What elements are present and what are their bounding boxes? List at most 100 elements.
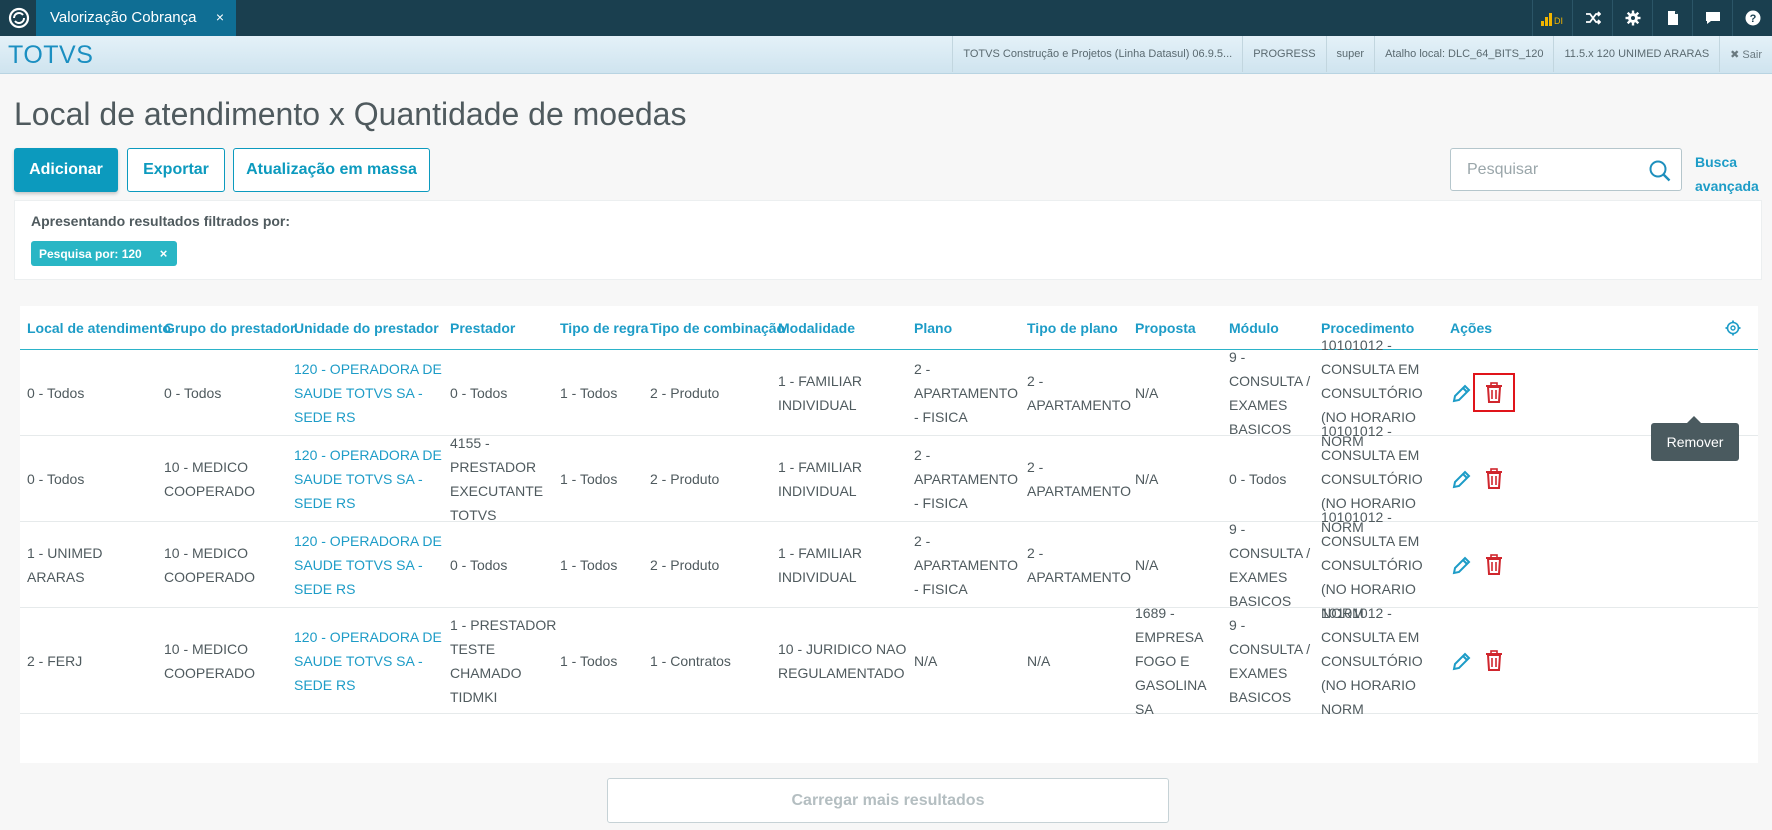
cell-tipo-combinacao: 2 - Produto	[650, 385, 720, 401]
cell-modalidade: 10 - JURIDICO NAO REGULAMENTADO	[778, 641, 907, 681]
export-button[interactable]: Exportar	[127, 148, 225, 192]
advanced-search-line1: Busca	[1695, 154, 1738, 170]
cell-prestador: 1 - PRESTADOR TESTE CHAMADO TIDMKI	[450, 617, 557, 705]
advanced-search-link[interactable]: Busca avançada	[1695, 150, 1765, 198]
search-input[interactable]	[1451, 149, 1641, 190]
edit-pencil-icon[interactable]	[1451, 554, 1471, 576]
cell-plano: N/A	[914, 653, 938, 669]
search-icon[interactable]	[1649, 160, 1671, 182]
cell-unidade[interactable]: 120 - OPERADORA DE SAUDE TOTVS SA - SEDE…	[294, 522, 444, 608]
cell-grupo: 0 - Todos	[164, 385, 222, 401]
cell-plano: 2 - APARTAMENTO - FISICA	[914, 533, 1018, 597]
column-header-tipo-combinacao[interactable]: Tipo de combinação	[650, 320, 785, 336]
signal-label: DI	[1554, 16, 1563, 26]
cell-local: 2 - FERJ	[27, 653, 83, 669]
cell-proposta: N/A	[1135, 557, 1159, 573]
results-table: Local de atendimento Grupo do prestador Un…	[20, 306, 1758, 763]
shuffle-icon[interactable]	[1572, 0, 1612, 36]
table-row: 0 - Todos 0 - Todos 120 - OPERADORA DE SAU…	[20, 337, 1758, 449]
cell-plano: 2 - APARTAMENTO - FISICA	[914, 447, 1018, 511]
cell-prestador: 0 - Todos	[450, 385, 508, 401]
column-header-tipo-plano[interactable]: Tipo de plano	[1027, 320, 1118, 336]
cell-tipo-regra: 1 - Todos	[560, 653, 618, 669]
column-header-unidade[interactable]: Unidade do prestador	[294, 320, 439, 336]
remove-tooltip: Remover	[1651, 416, 1739, 461]
header-info-user: super	[1325, 36, 1375, 72]
column-header-acoes[interactable]: Ações	[1450, 320, 1492, 336]
filter-chip: Pesquisa por: 120 ×	[31, 241, 178, 266]
header-info-product: TOTVS Construção e Projetos (Linha Datas…	[952, 36, 1242, 72]
header-info-database: PROGRESS	[1242, 36, 1325, 72]
edit-pencil-icon[interactable]	[1451, 382, 1471, 404]
top-bar: Valorização Cobrança × DI ?	[0, 0, 1772, 43]
column-header-prestador[interactable]: Prestador	[450, 320, 515, 336]
page-title: Local de atendimento x Quantidade de moe…	[14, 96, 687, 132]
filter-label: Apresentando resultados filtrados por:	[31, 213, 291, 229]
delete-trash-icon[interactable]	[1484, 382, 1504, 404]
delete-trash-icon[interactable]	[1484, 650, 1504, 672]
table-header: Local de atendimento Grupo do prestador Un…	[20, 306, 1758, 350]
header: TOTVS TOTVS Construção e Projetos (Linha…	[0, 36, 1772, 74]
column-header-tipo-regra[interactable]: Tipo de regra	[560, 320, 648, 336]
cell-modulo: 0 - Todos	[1229, 471, 1287, 487]
cell-proposta: 1689 - EMPRESA FOGO E GASOLINA SA	[1135, 605, 1206, 717]
column-header-modulo[interactable]: Módulo	[1229, 320, 1279, 336]
table-row: 0 - Todos 10 - MEDICO COOPERADO 120 - OPER…	[20, 423, 1758, 535]
cell-tipo-combinacao: 2 - Produto	[650, 471, 720, 487]
cell-grupo: 10 - MEDICO COOPERADO	[164, 641, 256, 681]
cell-grupo: 10 - MEDICO COOPERADO	[164, 459, 256, 499]
cell-modalidade: 1 - FAMILIAR INDIVIDUAL	[778, 373, 863, 413]
cell-unidade[interactable]: 120 - OPERADORA DE SAUDE TOTVS SA - SEDE…	[294, 436, 444, 522]
column-header-local[interactable]: Local de atendimento	[27, 320, 171, 336]
column-header-modalidade[interactable]: Modalidade	[778, 320, 855, 336]
cell-tipo-regra: 1 - Todos	[560, 557, 618, 573]
gear-icon[interactable]	[1612, 0, 1652, 36]
cell-tipo-combinacao: 1 - Contratos	[650, 653, 731, 669]
cell-prestador: 4155 - PRESTADOR EXECUTANTE TOTVS	[450, 435, 544, 523]
cell-procedimento: 10101012 - CONSULTA EM CONSULTÓRIO (NO H…	[1321, 605, 1423, 717]
filter-chip-label: Pesquisa por: 120	[39, 246, 142, 261]
close-tab-icon[interactable]: ×	[216, 9, 224, 25]
app-tab[interactable]: Valorização Cobrança ×	[36, 0, 236, 43]
app-tab-label: Valorização Cobrança	[50, 9, 197, 26]
load-more-button[interactable]: Carregar mais resultados	[607, 778, 1169, 823]
edit-pencil-icon[interactable]	[1451, 468, 1471, 490]
signal-icon[interactable]: DI	[1532, 0, 1572, 36]
chat-icon[interactable]	[1692, 0, 1732, 36]
cell-tipo-plano: 2 - APARTAMENTO	[1027, 545, 1131, 585]
add-button[interactable]: Adicionar	[14, 148, 118, 192]
totvs-logo-icon[interactable]	[8, 7, 30, 29]
cell-local: 0 - Todos	[27, 471, 85, 487]
advanced-search-line2: avançada	[1695, 178, 1759, 194]
bulk-update-button[interactable]: Atualização em massa	[233, 148, 430, 192]
cell-procedimento: 10101012 - CONSULTA EM CONSULTÓRIO (NO H…	[1321, 509, 1423, 621]
table-row: 2 - FERJ 10 - MEDICO COOPERADO 120 - OPERA…	[20, 605, 1758, 717]
column-header-proposta[interactable]: Proposta	[1135, 320, 1196, 336]
column-header-grupo[interactable]: Grupo do prestador	[164, 320, 295, 336]
cell-local: 0 - Todos	[27, 385, 85, 401]
cell-tipo-combinacao: 2 - Produto	[650, 557, 720, 573]
cell-prestador: 0 - Todos	[450, 557, 508, 573]
delete-trash-icon[interactable]	[1484, 554, 1504, 576]
document-icon[interactable]	[1652, 0, 1692, 36]
help-icon[interactable]: ?	[1732, 0, 1772, 36]
cell-proposta: N/A	[1135, 385, 1159, 401]
logout-button[interactable]: ✖ Sair	[1719, 36, 1772, 72]
cell-proposta: N/A	[1135, 471, 1159, 487]
remove-filter-icon[interactable]: ×	[160, 246, 168, 261]
cell-unidade[interactable]: 120 - OPERADORA DE SAUDE TOTVS SA - SEDE…	[294, 350, 444, 436]
cell-local: 1 - UNIMED ARARAS	[27, 545, 103, 585]
cell-tipo-regra: 1 - Todos	[560, 385, 618, 401]
cell-unidade[interactable]: 120 - OPERADORA DE SAUDE TOTVS SA - SEDE…	[294, 608, 444, 714]
header-info-company: 11.5.x 120 UNIMED ARARAS	[1553, 36, 1719, 72]
svg-text:?: ?	[1749, 13, 1756, 25]
column-settings-gear-icon[interactable]	[1725, 320, 1741, 336]
cell-tipo-plano: 2 - APARTAMENTO	[1027, 373, 1131, 413]
edit-pencil-icon[interactable]	[1451, 650, 1471, 672]
column-header-plano[interactable]: Plano	[914, 320, 952, 336]
cell-modulo: 9 - CONSULTA / EXAMES BASICOS	[1229, 617, 1311, 705]
header-info: TOTVS Construção e Projetos (Linha Datas…	[952, 36, 1772, 74]
delete-trash-icon[interactable]	[1484, 468, 1504, 490]
top-icons: DI ?	[1532, 0, 1772, 36]
cell-modalidade: 1 - FAMILIAR INDIVIDUAL	[778, 545, 863, 585]
